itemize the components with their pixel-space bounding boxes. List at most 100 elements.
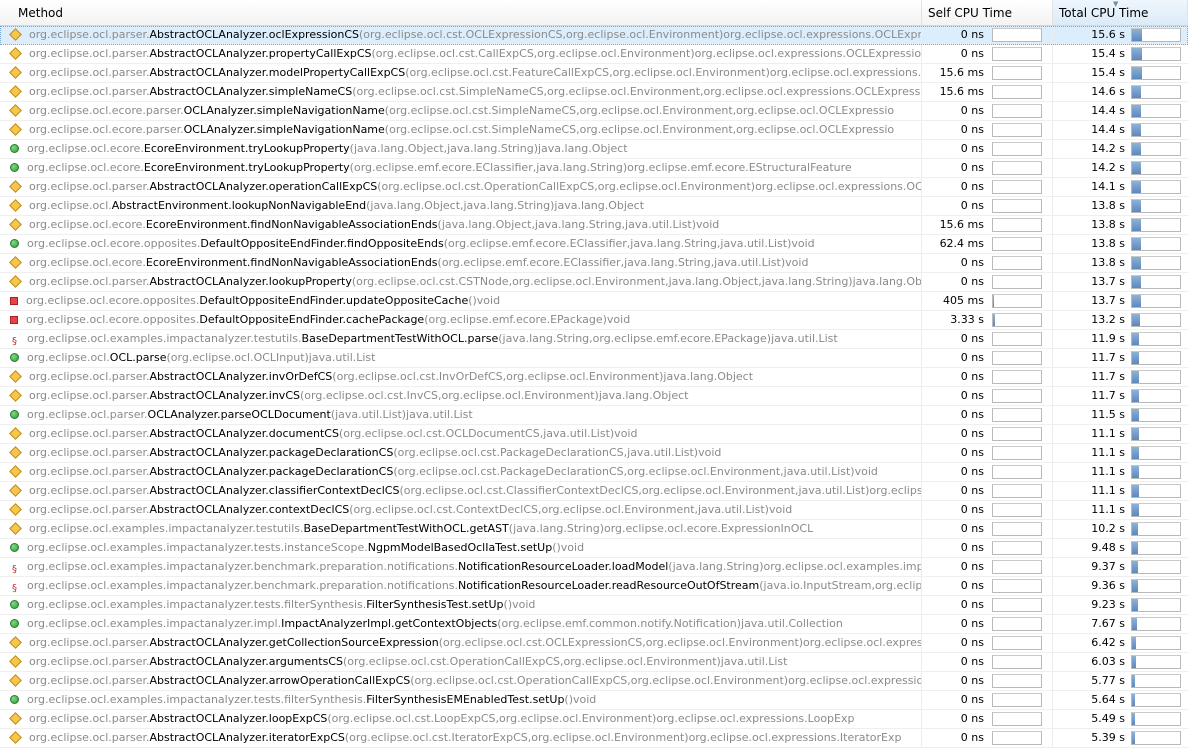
table-row[interactable]: org.eclipse.ocl.parser.AbstractOCLAnalyz…	[0, 64, 1188, 83]
method-cell: org.eclipse.ocl.parser.AbstractOCLAnalyz…	[0, 463, 922, 481]
table-row[interactable]: org.eclipse.ocl.OCL.parse(org.eclipse.oc…	[0, 349, 1188, 368]
total-cpu-value: 14.1 s	[1091, 180, 1125, 193]
total-cpu-bar	[1131, 674, 1181, 688]
table-row[interactable]: org.eclipse.ocl.parser.AbstractOCLAnalyz…	[0, 729, 1188, 748]
method-signature: (org.eclipse.ocl.cst.SimpleNameCS,org.ec…	[384, 123, 895, 136]
self-cpu-value: 0 ns	[960, 370, 984, 383]
column-header-method[interactable]: Method	[0, 0, 922, 25]
total-cpu-value: 9.36 s	[1091, 579, 1125, 592]
table-row[interactable]: org.eclipse.ocl.parser.AbstractOCLAnalyz…	[0, 45, 1188, 64]
table-row[interactable]: org.eclipse.ocl.examples.impactanalyzer.…	[0, 615, 1188, 634]
table-row[interactable]: org.eclipse.ocl.parser.AbstractOCLAnalyz…	[0, 482, 1188, 501]
self-cpu-bar	[992, 66, 1042, 80]
method-class-name: BaseDepartmentTestWithOCL.getAST	[303, 522, 509, 535]
self-cpu-value: 0 ns	[960, 199, 984, 212]
method-package: org.eclipse.ocl.examples.impactanalyzer.…	[27, 598, 367, 611]
table-row[interactable]: org.eclipse.ocl.examples.impactanalyzer.…	[0, 691, 1188, 710]
self-cpu-value: 0 ns	[960, 674, 984, 687]
self-cpu-cell: 0 ns	[922, 159, 1053, 177]
method-package: org.eclipse.ocl.ecore.	[27, 142, 144, 155]
total-cpu-value: 13.7 s	[1091, 294, 1125, 307]
table-row[interactable]: § org.eclipse.ocl.examples.impactanalyzer…	[0, 558, 1188, 577]
method-signature: (org.eclipse.emf.common.notify.Notificat…	[497, 617, 843, 630]
table-row[interactable]: org.eclipse.ocl.ecore.parser.OCLAnalyzer…	[0, 102, 1188, 121]
method-package: org.eclipse.ocl.parser.	[29, 389, 150, 402]
total-cpu-value: 13.8 s	[1091, 237, 1125, 250]
table-row[interactable]: org.eclipse.ocl.parser.AbstractOCLAnalyz…	[0, 26, 1188, 45]
total-cpu-bar-fill	[1132, 409, 1140, 421]
total-cpu-bar-fill	[1132, 713, 1136, 725]
self-cpu-value: 0 ns	[960, 351, 984, 364]
table-row[interactable]: org.eclipse.ocl.parser.AbstractOCLAnalyz…	[0, 83, 1188, 102]
table-row[interactable]: org.eclipse.ocl.ecore.EcoreEnvironment.f…	[0, 216, 1188, 235]
total-cpu-value: 9.23 s	[1091, 598, 1125, 611]
table-row[interactable]: org.eclipse.ocl.parser.AbstractOCLAnalyz…	[0, 634, 1188, 653]
table-row[interactable]: org.eclipse.ocl.ecore.EcoreEnvironment.t…	[0, 140, 1188, 159]
table-row[interactable]: org.eclipse.ocl.ecore.opposites.DefaultO…	[0, 235, 1188, 254]
total-cpu-cell: 6.03 s	[1053, 653, 1188, 671]
method-package: org.eclipse.ocl.examples.impactanalyzer.…	[27, 579, 459, 592]
total-cpu-cell: 11.5 s	[1053, 406, 1188, 424]
method-signature: (org.eclipse.ocl.OCLInput)java.util.List	[166, 351, 376, 364]
self-cpu-bar	[992, 560, 1042, 574]
table-row[interactable]: org.eclipse.ocl.ecore.EcoreEnvironment.t…	[0, 159, 1188, 178]
self-cpu-cell: 15.6 ms	[922, 216, 1053, 234]
table-row[interactable]: org.eclipse.ocl.parser.AbstractOCLAnalyz…	[0, 463, 1188, 482]
table-row[interactable]: § org.eclipse.ocl.examples.impactanalyzer…	[0, 577, 1188, 596]
column-header-total-cpu[interactable]: ▼ Total CPU Time	[1053, 0, 1188, 25]
total-cpu-bar	[1131, 370, 1181, 384]
method-class-name: ImpactAnalyzerImpl.getContextObjects	[281, 617, 498, 630]
column-header-self-cpu[interactable]: Self CPU Time	[922, 0, 1053, 25]
method-signature: ()void	[564, 693, 597, 706]
table-row[interactable]: org.eclipse.ocl.examples.impactanalyzer.…	[0, 539, 1188, 558]
self-cpu-bar	[992, 275, 1042, 289]
self-cpu-bar	[992, 180, 1042, 194]
table-body: org.eclipse.ocl.parser. AbstractOCLAnalyz…	[0, 26, 1188, 748]
table-row[interactable]: org.eclipse.ocl.parser.AbstractOCLAnalyz…	[0, 710, 1188, 729]
table-row[interactable]: org.eclipse.ocl.parser.AbstractOCLAnalyz…	[0, 178, 1188, 197]
method-package: org.eclipse.ocl.parser.	[27, 408, 148, 421]
method-cell: org.eclipse.ocl.ecore.EcoreEnvironment.f…	[0, 254, 922, 272]
self-cpu-cell: 0 ns	[922, 406, 1053, 424]
table-row[interactable]: org.eclipse.ocl.parser.AbstractOCLAnalyz…	[0, 425, 1188, 444]
table-row[interactable]: org.eclipse.ocl.parser.AbstractOCLAnalyz…	[0, 387, 1188, 406]
protected-method-icon	[9, 104, 22, 117]
public-method-icon	[10, 600, 19, 609]
cpu-profile-table[interactable]: Method Self CPU Time ▼ Total CPU Time or…	[0, 0, 1188, 748]
table-row[interactable]: org.eclipse.ocl.parser.AbstractOCLAnalyz…	[0, 653, 1188, 672]
total-cpu-bar	[1131, 218, 1181, 232]
total-cpu-bar	[1131, 427, 1181, 441]
self-cpu-bar	[992, 199, 1042, 213]
total-cpu-value: 13.8 s	[1091, 218, 1125, 231]
table-row[interactable]: org.eclipse.ocl.examples.impactanalyzer.…	[0, 520, 1188, 539]
table-row[interactable]: org.eclipse.ocl.parser.AbstractOCLAnalyz…	[0, 672, 1188, 691]
table-row[interactable]: org.eclipse.ocl.ecore.opposites.DefaultO…	[0, 311, 1188, 330]
self-cpu-bar	[992, 370, 1042, 384]
total-cpu-bar-fill	[1132, 675, 1136, 687]
method-class-name: AbstractOCLAnalyzer.lookupProperty	[149, 275, 352, 288]
table-row[interactable]: org.eclipse.ocl.ecore.parser.OCLAnalyzer…	[0, 121, 1188, 140]
table-row[interactable]: org.eclipse.ocl.parser.AbstractOCLAnalyz…	[0, 501, 1188, 520]
table-row[interactable]: § org.eclipse.ocl.examples.impactanalyzer…	[0, 330, 1188, 349]
table-row[interactable]: org.eclipse.ocl.ecore.EcoreEnvironment.f…	[0, 254, 1188, 273]
total-cpu-value: 14.6 s	[1091, 85, 1125, 98]
total-cpu-bar	[1131, 712, 1181, 726]
total-cpu-cell: 11.7 s	[1053, 387, 1188, 405]
table-row[interactable]: org.eclipse.ocl.parser.OCLAnalyzer.parse…	[0, 406, 1188, 425]
table-row[interactable]: org.eclipse.ocl.AbstractEnvironment.look…	[0, 197, 1188, 216]
table-row[interactable]: org.eclipse.ocl.ecore.opposites.DefaultO…	[0, 292, 1188, 311]
total-cpu-bar-fill	[1132, 162, 1141, 174]
table-row[interactable]: org.eclipse.ocl.examples.impactanalyzer.…	[0, 596, 1188, 615]
table-row[interactable]: org.eclipse.ocl.parser.AbstractOCLAnalyz…	[0, 444, 1188, 463]
table-row[interactable]: org.eclipse.ocl.parser.AbstractOCLAnalyz…	[0, 273, 1188, 292]
total-cpu-bar	[1131, 332, 1181, 346]
total-cpu-cell: 11.1 s	[1053, 501, 1188, 519]
total-cpu-cell: 13.7 s	[1053, 292, 1188, 310]
self-cpu-bar	[992, 218, 1042, 232]
table-row[interactable]: org.eclipse.ocl.parser.AbstractOCLAnalyz…	[0, 368, 1188, 387]
protected-method-icon	[9, 674, 22, 687]
method-class-name: AbstractOCLAnalyzer.operationCallExpCS	[149, 180, 378, 193]
method-package: org.eclipse.ocl.examples.impactanalyzer.…	[27, 560, 459, 573]
self-cpu-cell: 0 ns	[922, 197, 1053, 215]
total-cpu-cell: 11.7 s	[1053, 368, 1188, 386]
